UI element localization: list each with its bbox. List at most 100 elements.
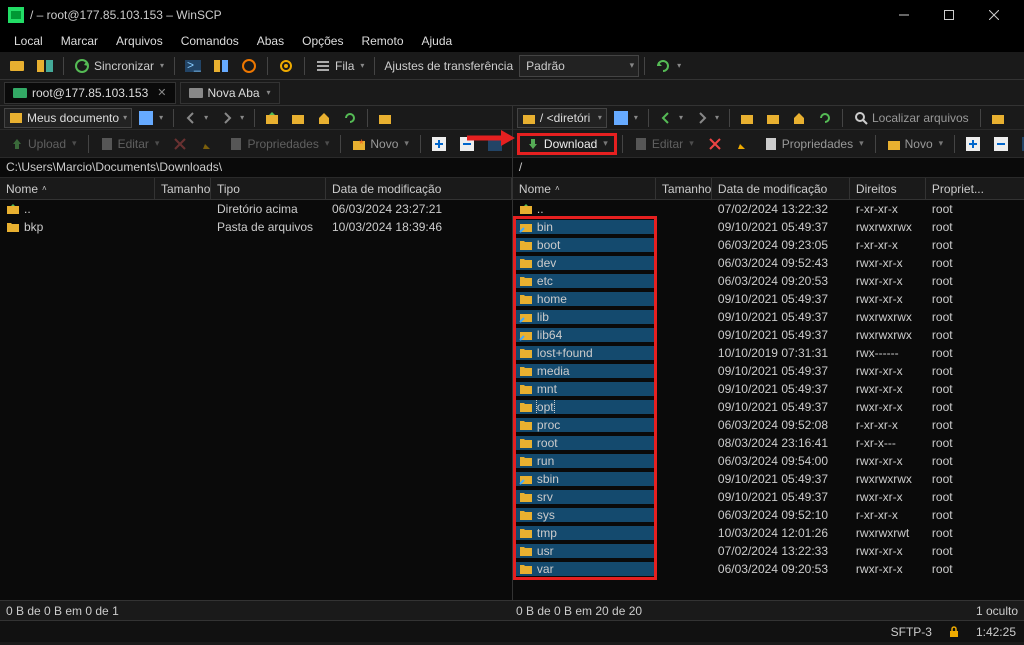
address-icon[interactable]: [4, 55, 30, 77]
local-plus-icon[interactable]: [426, 133, 452, 155]
local-path[interactable]: C:\Users\Marcio\Documents\Downloads\: [0, 158, 512, 178]
local-minus-icon[interactable]: [454, 133, 480, 155]
remote-filter-icon[interactable]: ▾: [609, 107, 643, 129]
table-row[interactable]: boot06/03/2024 09:23:05r-xr-xr-xroot: [513, 236, 1024, 254]
table-row[interactable]: sbin09/10/2021 05:49:37rwxrwxrwxroot: [513, 470, 1024, 488]
local-delete-icon[interactable]: [167, 133, 193, 155]
sync-browse-icon[interactable]: [32, 55, 58, 77]
table-row[interactable]: etc06/03/2024 09:20:53rwxr-xr-xroot: [513, 272, 1024, 290]
compare-icon[interactable]: [208, 55, 234, 77]
new-tab-button[interactable]: Nova Aba▾: [180, 82, 280, 104]
remote-rename-icon[interactable]: [730, 133, 756, 155]
menu-item[interactable]: Local: [6, 32, 51, 50]
queue-button[interactable]: Fila▾: [310, 55, 369, 77]
table-row[interactable]: proc06/03/2024 09:52:08r-xr-xr-xroot: [513, 416, 1024, 434]
local-up-icon[interactable]: [260, 107, 284, 129]
remote-props-button[interactable]: Propriedades▾: [758, 133, 870, 155]
table-row[interactable]: var06/03/2024 09:20:53rwxr-xr-xroot: [513, 560, 1024, 578]
local-bookmark-icon[interactable]: [373, 107, 397, 129]
local-forward-icon[interactable]: ▾: [215, 107, 249, 129]
find-files-button[interactable]: Localizar arquivos: [848, 107, 975, 129]
local-edit-button[interactable]: Editar▾: [94, 133, 166, 155]
table-row[interactable]: home09/10/2021 05:49:37rwxr-xr-xroot: [513, 290, 1024, 308]
sync-dir-icon[interactable]: [236, 55, 262, 77]
local-root-icon[interactable]: [286, 107, 310, 129]
col-name[interactable]: Nome˄: [513, 178, 656, 199]
close-button[interactable]: [971, 0, 1016, 30]
table-row[interactable]: media09/10/2021 05:49:37rwxr-xr-xroot: [513, 362, 1024, 380]
session-tab[interactable]: root@177.85.103.153 ✕: [4, 82, 176, 104]
tab-close-icon[interactable]: ✕: [157, 86, 166, 99]
local-home-icon[interactable]: [312, 107, 336, 129]
local-drive-combo[interactable]: Meus documento▾: [4, 108, 132, 128]
remote-plus-icon[interactable]: [960, 133, 986, 155]
remote-bookmark-icon[interactable]: [986, 107, 1010, 129]
table-row[interactable]: ..Diretório acima06/03/2024 23:27:21: [0, 200, 512, 218]
col-mod[interactable]: Data de modificação: [326, 178, 512, 199]
table-row[interactable]: srv09/10/2021 05:49:37rwxr-xr-xroot: [513, 488, 1024, 506]
table-row[interactable]: lib6409/10/2021 05:49:37rwxrwxrwxroot: [513, 326, 1024, 344]
maximize-button[interactable]: [926, 0, 971, 30]
local-invert-icon[interactable]: [482, 133, 508, 155]
remote-minus-icon[interactable]: [988, 133, 1014, 155]
menu-item[interactable]: Arquivos: [108, 32, 171, 50]
table-row[interactable]: opt09/10/2021 05:49:37rwxr-xr-xroot: [513, 398, 1024, 416]
sync-button[interactable]: Sincronizar▾: [69, 55, 169, 77]
col-size[interactable]: Tamanho: [155, 178, 211, 199]
table-row[interactable]: mnt09/10/2021 05:49:37rwxr-xr-xroot: [513, 380, 1024, 398]
remote-home-icon[interactable]: [787, 107, 811, 129]
col-size[interactable]: Tamanho: [656, 178, 712, 199]
upload-button[interactable]: Upload▾: [4, 133, 83, 155]
console-icon[interactable]: >_: [180, 55, 206, 77]
refresh-icon[interactable]: ▾: [650, 55, 686, 77]
table-row[interactable]: lost+found10/10/2019 07:31:31rwx------ro…: [513, 344, 1024, 362]
remote-file-list[interactable]: ..07/02/2024 13:22:32r-xr-xr-xrootbin09/…: [513, 200, 1024, 600]
menu-item[interactable]: Marcar: [53, 32, 106, 50]
remote-pane: / <diretóri▾ ▾ ▾ ▾ Localizar arquivos Do…: [513, 106, 1024, 600]
remote-back-icon[interactable]: ▾: [654, 107, 688, 129]
col-rights[interactable]: Direitos: [850, 178, 926, 199]
local-back-icon[interactable]: ▾: [179, 107, 213, 129]
remote-delete-icon[interactable]: [702, 133, 728, 155]
table-row[interactable]: run06/03/2024 09:54:00rwxr-xr-xroot: [513, 452, 1024, 470]
settings-icon[interactable]: [273, 55, 299, 77]
table-row[interactable]: bkpPasta de arquivos10/03/2024 18:39:46: [0, 218, 512, 236]
remote-invert-icon[interactable]: [1016, 133, 1024, 155]
local-filter-icon[interactable]: ▾: [134, 107, 168, 129]
remote-root-icon[interactable]: [761, 107, 785, 129]
remote-forward-icon[interactable]: ▾: [690, 107, 724, 129]
table-row[interactable]: tmp10/03/2024 12:01:26rwxrwxrwtroot: [513, 524, 1024, 542]
table-row[interactable]: usr07/02/2024 13:22:33rwxr-xr-xroot: [513, 542, 1024, 560]
menu-item[interactable]: Remoto: [353, 32, 411, 50]
menu-item[interactable]: Abas: [249, 32, 292, 50]
local-rename-icon[interactable]: [195, 133, 221, 155]
remote-refresh-icon[interactable]: [813, 107, 837, 129]
local-file-list[interactable]: ..Diretório acima06/03/2024 23:27:21bkpP…: [0, 200, 512, 600]
session-time: 1:42:25: [976, 625, 1016, 639]
local-refresh-icon[interactable]: [338, 107, 362, 129]
local-props-button[interactable]: Propriedades▾: [223, 133, 335, 155]
col-owner[interactable]: Propriet...: [926, 178, 1024, 199]
col-type[interactable]: Tipo: [211, 178, 326, 199]
local-new-button[interactable]: *Novo▾: [346, 133, 415, 155]
menu-item[interactable]: Comandos: [173, 32, 247, 50]
table-row[interactable]: sys06/03/2024 09:52:10r-xr-xr-xroot: [513, 506, 1024, 524]
minimize-button[interactable]: [881, 0, 926, 30]
menu-item[interactable]: Opções: [294, 32, 351, 50]
col-name[interactable]: Nome˄: [0, 178, 155, 199]
table-row[interactable]: lib09/10/2021 05:49:37rwxrwxrwxroot: [513, 308, 1024, 326]
table-row[interactable]: ..07/02/2024 13:22:32r-xr-xr-xroot: [513, 200, 1024, 218]
table-row[interactable]: bin09/10/2021 05:49:37rwxrwxrwxroot: [513, 218, 1024, 236]
remote-edit-button[interactable]: Editar▾: [628, 133, 700, 155]
remote-dir-combo[interactable]: / <diretóri▾: [517, 108, 607, 128]
table-row[interactable]: root08/03/2024 23:16:41r-xr-x---root: [513, 434, 1024, 452]
col-mod[interactable]: Data de modificação: [712, 178, 850, 199]
app-icon: [8, 7, 24, 23]
remote-up-icon[interactable]: [735, 107, 759, 129]
menu-item[interactable]: Ajuda: [414, 32, 461, 50]
remote-new-button[interactable]: Novo▾: [881, 133, 950, 155]
table-row[interactable]: dev06/03/2024 09:52:43rwxr-xr-xroot: [513, 254, 1024, 272]
download-button[interactable]: Download▾: [517, 133, 617, 155]
transfer-preset-combo[interactable]: Padrão: [519, 55, 639, 77]
remote-path[interactable]: /: [513, 158, 1024, 178]
